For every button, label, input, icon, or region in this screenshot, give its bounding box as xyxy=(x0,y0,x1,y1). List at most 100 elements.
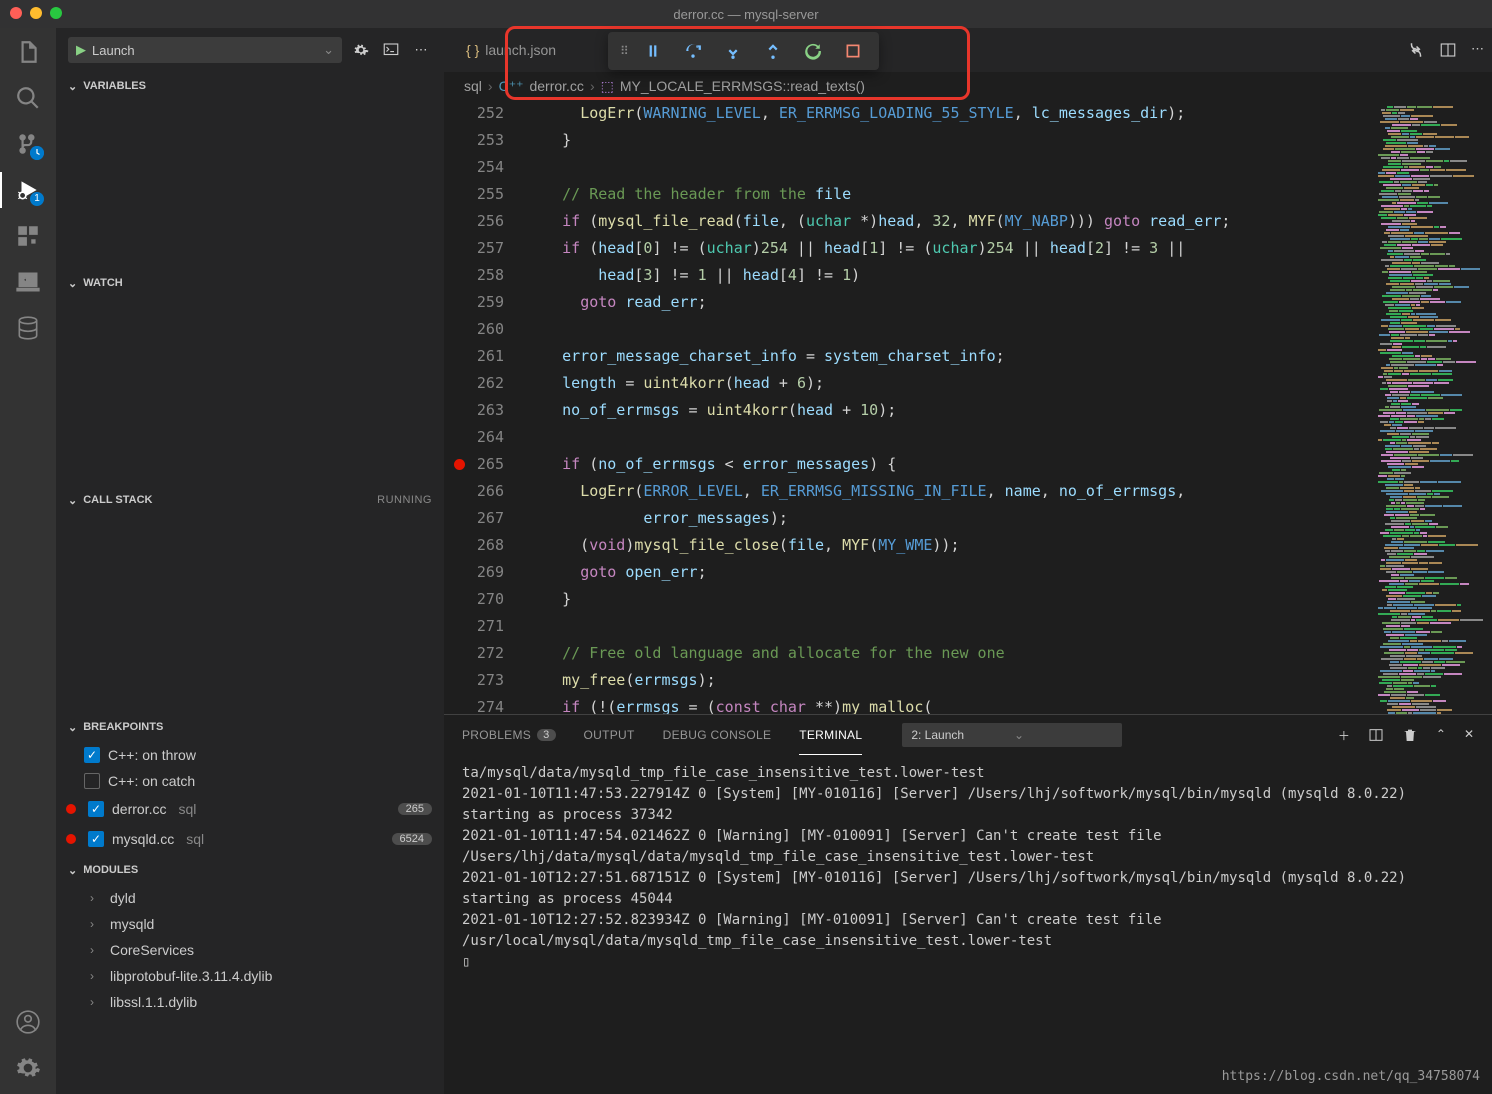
module-item[interactable]: › CoreServices xyxy=(56,937,444,963)
console-icon[interactable] xyxy=(380,39,402,61)
problems-label: PROBLEMS xyxy=(462,728,531,742)
problems-count-badge: 3 xyxy=(537,729,555,741)
editor-region: { } launch.json ⋯ sql › C⁺⁺ derror.cc › … xyxy=(444,28,1492,1094)
output-label: OUTPUT xyxy=(584,728,635,742)
code-editor[interactable]: 2522532542552562572582592602612622632642… xyxy=(444,100,1492,714)
run-debug-icon[interactable]: 1 xyxy=(14,176,42,204)
breadcrumb[interactable]: sql › C⁺⁺ derror.cc › ⬚ MY_LOCALE_ERRMSG… xyxy=(444,72,1492,100)
breadcrumb-symbol[interactable]: MY_LOCALE_ERRMSGS::read_texts() xyxy=(620,78,865,94)
tab-output[interactable]: OUTPUT xyxy=(584,715,635,755)
account-icon[interactable] xyxy=(14,1008,42,1036)
chevron-right-icon: › xyxy=(90,995,100,1009)
method-icon: ⬚ xyxy=(601,78,614,95)
bottom-panel: PROBLEMS 3 OUTPUT DEBUG CONSOLE TERMINAL… xyxy=(444,714,1492,1094)
window-title: derror.cc — mysql-server xyxy=(673,7,818,22)
breakpoint-item[interactable]: C++: on catch xyxy=(56,768,444,794)
remote-icon[interactable] xyxy=(14,268,42,296)
debug-console-label: DEBUG CONSOLE xyxy=(663,728,772,742)
breakpoint-item[interactable]: ✓ C++: on throw xyxy=(56,742,444,768)
breadcrumb-file[interactable]: derror.cc xyxy=(529,78,583,94)
breakpoint-label: C++: on catch xyxy=(108,773,195,789)
code-content[interactable]: LogErr(WARNING_LEVEL, ER_ERRMSG_LOADING_… xyxy=(526,100,1372,714)
pause-button[interactable] xyxy=(635,36,671,66)
maximize-panel-icon[interactable]: ⌃ xyxy=(1436,727,1446,744)
tab-problems[interactable]: PROBLEMS 3 xyxy=(462,715,556,755)
step-over-button[interactable] xyxy=(675,36,711,66)
close-window-button[interactable] xyxy=(10,7,22,19)
module-item[interactable]: ›libprotobuf-lite.3.11.4.dylib xyxy=(56,963,444,989)
compare-icon[interactable] xyxy=(1407,41,1425,59)
checkbox[interactable]: ✓ xyxy=(84,747,100,763)
drag-handle-icon[interactable]: ⠿ xyxy=(616,44,631,58)
step-out-button[interactable] xyxy=(755,36,791,66)
watch-header[interactable]: ⌄ WATCH xyxy=(56,270,444,296)
close-panel-icon[interactable]: ✕ xyxy=(1464,727,1474,744)
tab-debug-console[interactable]: DEBUG CONSOLE xyxy=(663,715,772,755)
callstack-header[interactable]: ⌄ CALL STACK RUNNING xyxy=(56,487,444,513)
checkbox[interactable]: ✓ xyxy=(88,831,104,847)
title-bar: derror.cc — mysql-server xyxy=(0,0,1492,28)
tab-launch-json[interactable]: { } launch.json xyxy=(452,28,570,72)
checkbox[interactable] xyxy=(84,773,100,789)
module-name: CoreServices xyxy=(110,942,194,958)
modules-label: MODULES xyxy=(83,864,138,876)
module-name: mysqld xyxy=(110,916,154,932)
chevron-right-icon: › xyxy=(90,943,100,957)
scm-badge xyxy=(30,146,44,160)
terminal-output[interactable]: ta/mysql/data/mysqld_tmp_file_case_insen… xyxy=(444,755,1492,1094)
more-icon[interactable]: ⋯ xyxy=(410,39,432,61)
step-into-button[interactable] xyxy=(715,36,751,66)
json-icon: { } xyxy=(466,42,479,58)
source-control-icon[interactable] xyxy=(14,130,42,158)
search-icon[interactable] xyxy=(14,84,42,112)
breakpoint-file-item[interactable]: ✓mysqld.ccsql6524 xyxy=(56,824,444,854)
breakpoint-file: mysqld.cc xyxy=(112,831,174,847)
breakpoints-label: BREAKPOINTS xyxy=(83,721,163,733)
kill-terminal-icon[interactable] xyxy=(1402,727,1418,744)
breakpoints-section: ⌄ BREAKPOINTS ✓ C++: on throw C++: on catc… xyxy=(56,713,444,856)
settings-gear-icon[interactable] xyxy=(14,1054,42,1082)
module-item[interactable]: › libssl.1.1.dylib xyxy=(56,989,444,1015)
chevron-down-icon: ⌄ xyxy=(68,277,77,290)
extensions-icon[interactable] xyxy=(14,222,42,250)
chevron-down-icon: ⌄ xyxy=(68,721,77,734)
module-item[interactable]: ›mysqld xyxy=(56,911,444,937)
breadcrumb-folder[interactable]: sql xyxy=(464,78,482,94)
more-actions-icon[interactable]: ⋯ xyxy=(1471,41,1484,59)
chevron-down-icon: ⌄ xyxy=(68,80,77,93)
new-terminal-icon[interactable]: ＋ xyxy=(1338,727,1350,744)
play-icon: ▶ xyxy=(76,42,86,58)
line-gutter[interactable]: 2522532542552562572582592602612622632642… xyxy=(444,100,526,714)
modules-header[interactable]: ⌄ MODULES xyxy=(56,857,444,883)
checkbox[interactable]: ✓ xyxy=(88,801,104,817)
gear-icon[interactable] xyxy=(350,39,372,61)
explorer-icon[interactable] xyxy=(14,38,42,66)
variables-header[interactable]: ⌄ VARIABLES xyxy=(56,73,444,99)
maximize-window-button[interactable] xyxy=(50,7,62,19)
module-name: libssl.1.1.dylib xyxy=(110,994,197,1010)
split-terminal-icon[interactable] xyxy=(1368,727,1384,744)
launch-config-label: Launch xyxy=(92,43,135,58)
cpp-file-icon: C⁺⁺ xyxy=(499,78,524,95)
stop-button[interactable] xyxy=(835,36,871,66)
chevron-right-icon: › xyxy=(488,78,493,94)
chevron-down-icon: ⌄ xyxy=(1014,728,1024,742)
tab-terminal[interactable]: TERMINAL xyxy=(799,715,862,755)
module-name: dyld xyxy=(110,890,136,906)
breakpoint-line: 6524 xyxy=(392,833,432,845)
launch-config-dropdown[interactable]: ▶ Launch ⌄ xyxy=(68,37,342,63)
breakpoint-file-item[interactable]: ✓derror.ccsql265 xyxy=(56,794,444,824)
variables-label: VARIABLES xyxy=(83,80,146,92)
variables-section: ⌄ VARIABLES xyxy=(56,72,444,269)
breakpoints-header[interactable]: ⌄ BREAKPOINTS xyxy=(56,714,444,740)
callstack-section: ⌄ CALL STACK RUNNING xyxy=(56,486,444,713)
restart-button[interactable] xyxy=(795,36,831,66)
minimize-window-button[interactable] xyxy=(30,7,42,19)
database-icon[interactable] xyxy=(14,314,42,342)
breakpoint-label: C++: on throw xyxy=(108,747,196,763)
terminal-selector-dropdown[interactable]: 2: Launch ⌄ xyxy=(902,723,1122,747)
module-item[interactable]: ›dyld xyxy=(56,885,444,911)
split-editor-icon[interactable] xyxy=(1439,41,1457,59)
minimap[interactable] xyxy=(1372,100,1492,714)
activity-bar: 1 xyxy=(0,28,56,1094)
